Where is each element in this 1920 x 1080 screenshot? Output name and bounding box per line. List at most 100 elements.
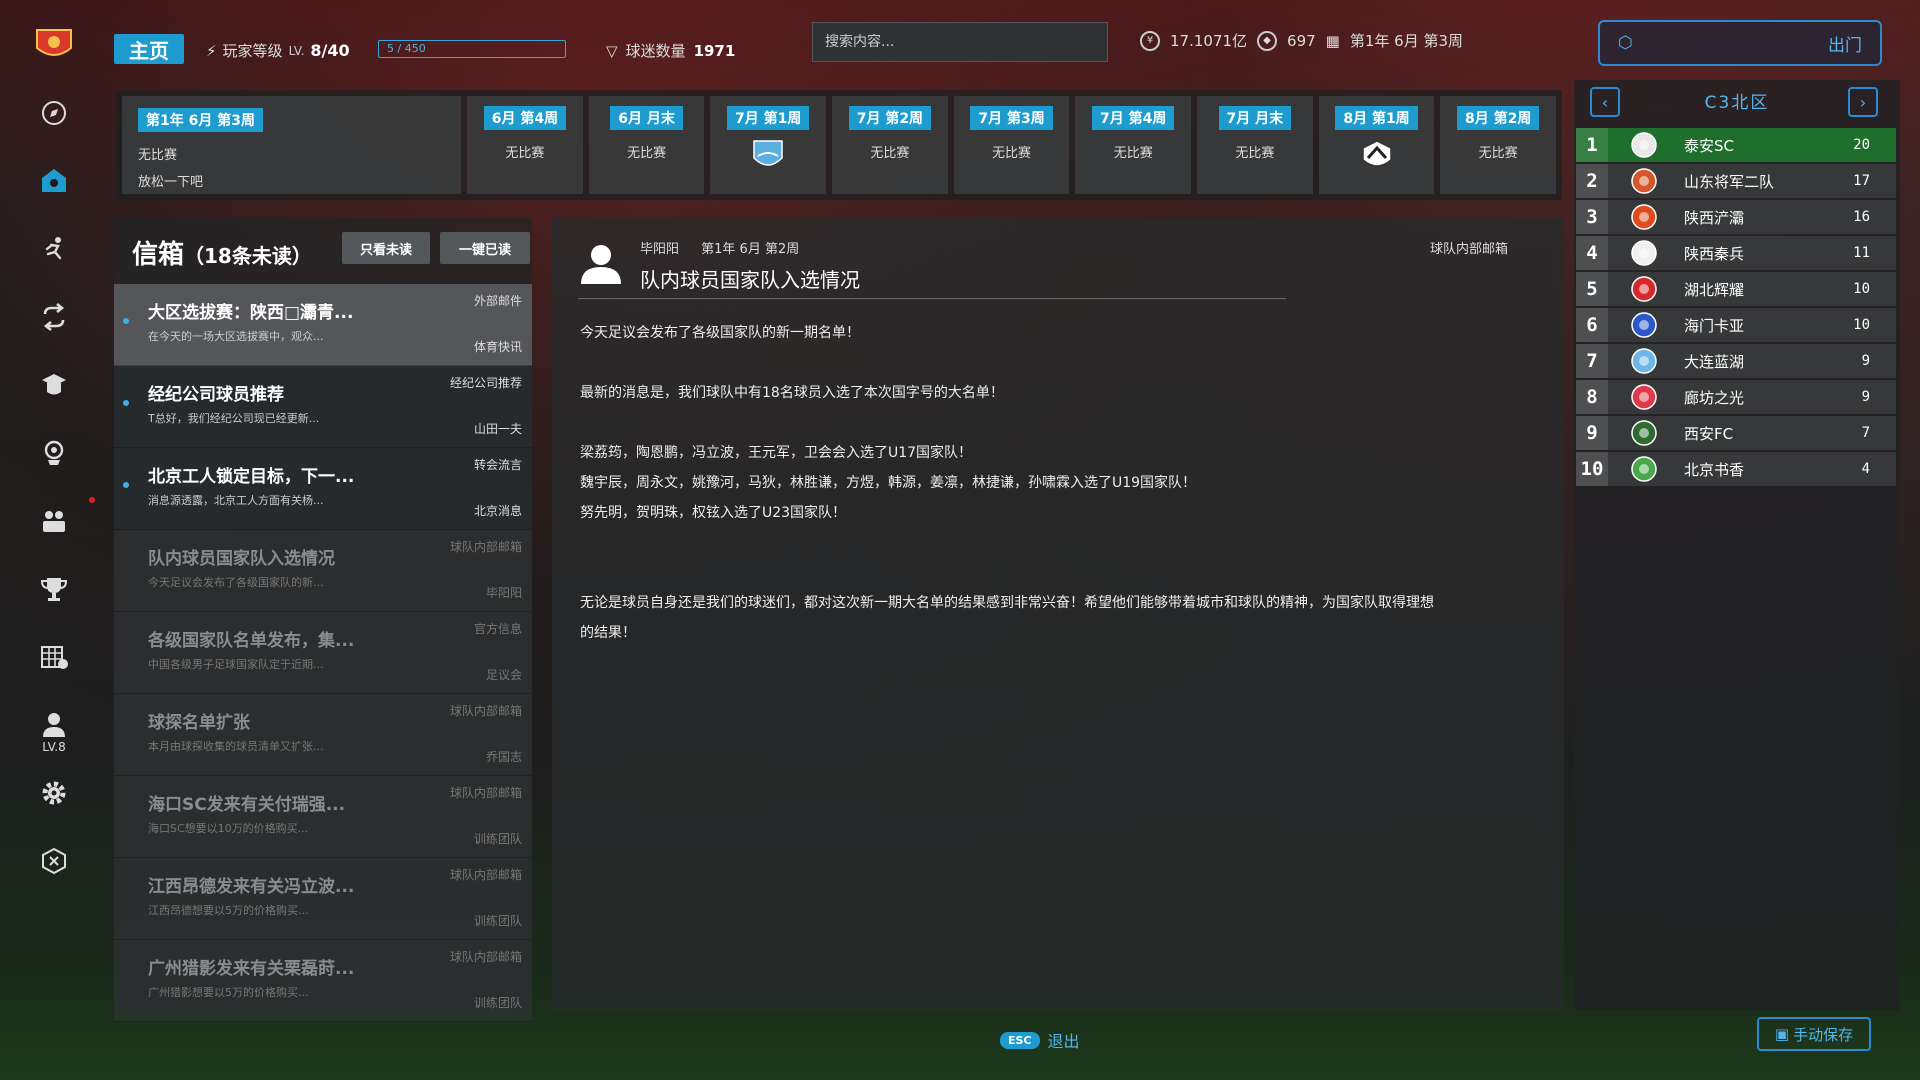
esc-label: 退出 bbox=[1047, 1032, 1080, 1051]
team-rank: 6 bbox=[1576, 308, 1608, 342]
league-rows: 1 泰安SC 20 2 山东将军二队 17 3 陕西浐灞 16 4 陕西秦兵 11 5 湖北辉耀 10 6 海门… bbox=[1574, 128, 1900, 486]
mail-box-label: 球队内部邮箱 bbox=[1429, 242, 1508, 257]
mail-subject: 球探名单扩张 bbox=[148, 713, 250, 733]
go-out-button[interactable]: ⬡ 出门 bbox=[1598, 20, 1882, 66]
schedule-week[interactable]: 8月 第2周 无比赛 bbox=[1440, 96, 1556, 194]
mail-list-item[interactable]: 江西昂德发来有关冯立波... 江西昂德想要以5万的价格购买... 球队内部邮箱 训练团… bbox=[114, 858, 532, 940]
team-points: 17 bbox=[1853, 173, 1870, 189]
mark-all-read-button[interactable]: 一键已读 bbox=[440, 232, 530, 264]
youth-academy-icon[interactable] bbox=[37, 368, 71, 402]
league-row[interactable]: 8 廊坊之光 9 bbox=[1576, 380, 1896, 414]
team-rank: 7 bbox=[1576, 344, 1608, 378]
profile-icon[interactable] bbox=[37, 708, 71, 742]
finance-table-icon[interactable] bbox=[37, 640, 71, 674]
schedule-tag: 7月 第2周 bbox=[848, 106, 932, 130]
settings-gear-icon[interactable] bbox=[37, 776, 71, 810]
mail-list-item[interactable]: 球探名单扩张 本月由球探收集的球员清单又扩张... 球队内部邮箱 乔国志 bbox=[114, 694, 532, 776]
mail-category: 外部邮件 bbox=[473, 294, 522, 308]
mail-list-item[interactable]: 大区选拔赛：陕西□灞青... 在今天的一场大区选拔赛中，观众... 外部邮件 体育快讯 bbox=[114, 284, 532, 366]
notification-dot bbox=[89, 497, 95, 503]
mail-list: 大区选拔赛：陕西□灞青... 在今天的一场大区选拔赛中，观众... 外部邮件 体育快讯… bbox=[114, 284, 532, 1022]
fans-shield-icon: ▽ bbox=[606, 41, 618, 60]
mail-subject: 广州猎影发来有关栗磊莳... bbox=[148, 959, 355, 979]
schedule-week[interactable]: 7月 第4周 无比赛 bbox=[1075, 96, 1192, 194]
mail-sender: 训练团队 bbox=[473, 832, 522, 846]
mail-sender: 毕阳阳 bbox=[485, 586, 522, 600]
mail-subject: 队内球员国家队入选情况 bbox=[148, 549, 335, 569]
top-bar: 主页 ⚡ 玩家等级 LV. 8/40 5 / 450 ▽ 球迷数量 1971 搜… bbox=[110, 20, 1920, 80]
league-row[interactable]: 10 北京书香 4 bbox=[1576, 452, 1896, 486]
mail-sender: 乔国志 bbox=[485, 750, 522, 764]
league-row[interactable]: 1 泰安SC 20 bbox=[1576, 128, 1896, 162]
league-row[interactable]: 2 山东将军二队 17 bbox=[1576, 164, 1896, 198]
divider bbox=[578, 298, 1286, 299]
mail-sender: 训练团队 bbox=[473, 996, 522, 1010]
manual-save-button[interactable]: ▣ 手动保存 bbox=[1757, 1017, 1871, 1051]
club-logo[interactable] bbox=[33, 26, 75, 62]
mail-list-item[interactable]: 广州猎影发来有关栗磊莳... 广州猎影想要以5万的价格购买... 球队内部邮箱 训练团… bbox=[114, 940, 532, 1022]
staff-icon[interactable] bbox=[37, 504, 71, 538]
home-icon[interactable] bbox=[37, 164, 71, 198]
schedule-week[interactable]: 6月 第4周 无比赛 bbox=[467, 96, 583, 194]
team-name: 泰安SC bbox=[1684, 137, 1734, 155]
search-input[interactable]: 搜索内容... bbox=[812, 22, 1108, 62]
team-name: 海门卡亚 bbox=[1684, 317, 1745, 335]
schedule-current-week[interactable]: 第1年 6月 第3周 无比赛 放松一下吧 bbox=[122, 96, 462, 194]
mail-list-item[interactable]: 北京工人锁定目标，下一... 消息源透露，北京工人方面有关杨... 转会流言 北京消息 bbox=[114, 448, 532, 530]
team-badge-icon bbox=[1631, 168, 1657, 194]
scout-icon[interactable] bbox=[37, 436, 71, 470]
opponent-badge-icon bbox=[1361, 140, 1392, 167]
league-row[interactable]: 9 西安FC 7 bbox=[1576, 416, 1896, 450]
team-points: 11 bbox=[1853, 245, 1870, 261]
mail-list-item[interactable]: 经纪公司球员推荐 T总好，我们经纪公司现已经更新... 经纪公司推荐 山田一夫 bbox=[114, 366, 532, 448]
league-row[interactable]: 3 陕西浐灞 16 bbox=[1576, 200, 1896, 234]
schedule-week[interactable]: 7月 第2周 无比赛 bbox=[832, 96, 948, 194]
filter-unread-button[interactable]: 只看未读 bbox=[342, 232, 430, 264]
team-name: 陕西秦兵 bbox=[1684, 245, 1745, 263]
transfer-icon[interactable] bbox=[37, 300, 71, 334]
team-points: 10 bbox=[1853, 281, 1870, 297]
trophy-icon[interactable] bbox=[37, 572, 71, 606]
schedule-week-match[interactable]: 7月 第1周 bbox=[710, 96, 827, 194]
mail-sender: 训练团队 bbox=[473, 914, 522, 928]
league-row[interactable]: 4 陕西秦兵 11 bbox=[1576, 236, 1896, 270]
schedule-status: 无比赛 bbox=[138, 148, 178, 163]
mail-preview: 广州猎影想要以5万的价格购买... bbox=[148, 986, 309, 999]
mail-list-item[interactable]: 海口SC发来有关付瑞强... 海口SC想要以10万的价格购买... 球队内部邮箱 训练… bbox=[114, 776, 532, 858]
mail-category: 球队内部邮箱 bbox=[449, 868, 522, 882]
chevron-right-icon[interactable]: › bbox=[1848, 87, 1878, 117]
mail-sender: 足议会 bbox=[485, 668, 522, 682]
schedule-week[interactable]: 7月 第3周 无比赛 bbox=[953, 96, 1070, 194]
league-row[interactable]: 5 湖北辉耀 10 bbox=[1576, 272, 1896, 306]
schedule-status: 无比赛 bbox=[870, 146, 910, 161]
schedule-week[interactable]: 6月 月末 无比赛 bbox=[588, 96, 705, 194]
schedule-week-match[interactable]: 8月 第1周 bbox=[1318, 96, 1435, 194]
mail-preview: 海口SC想要以10万的价格购买... bbox=[148, 822, 309, 835]
go-out-label: 出门 bbox=[1828, 35, 1862, 56]
mail-list-item[interactable]: 队内球员国家队入选情况 今天足议会发布了各级国家队的新... 球队内部邮箱 毕阳阳 bbox=[114, 530, 532, 612]
training-runner-icon[interactable] bbox=[37, 232, 71, 266]
team-points: 4 bbox=[1861, 461, 1870, 477]
schedule-week[interactable]: 7月 月末 无比赛 bbox=[1197, 96, 1313, 194]
mail-paragraph: 最新的消息是，我们球队中有18名球员入选了本次国字号的大名单！ bbox=[580, 385, 1004, 401]
fans-value: 1971 bbox=[693, 41, 736, 60]
schedule-status: 无比赛 bbox=[505, 146, 545, 161]
schedule-status: 无比赛 bbox=[992, 146, 1032, 161]
mail-subject: 北京工人锁定目标，下一... bbox=[148, 467, 355, 487]
mail-body: 今天足议会发布了各级国家队的新一期名单！ 最新的消息是，我们球队中有18名球员入… bbox=[580, 318, 1520, 648]
unread-dot bbox=[123, 482, 129, 488]
mailbox-title-text: 信箱 bbox=[132, 240, 185, 270]
esc-exit[interactable]: ESC 退出 bbox=[1000, 1028, 1080, 1052]
league-table-panel: ‹ C3北区 › 1 泰安SC 20 2 山东将军二队 17 3 陕西浐灞 16 4 陕西秦兵 11 5… bbox=[1574, 80, 1900, 1010]
home-tab[interactable]: 主页 bbox=[114, 34, 184, 64]
mailbox-header: 信箱（18条未读） 只看未读 一键已读 bbox=[114, 218, 532, 284]
schedule-tag: 第1年 6月 第3周 bbox=[138, 108, 263, 132]
close-hexagon-icon[interactable] bbox=[37, 844, 71, 878]
league-row[interactable]: 7 大连蓝湖 9 bbox=[1576, 344, 1896, 378]
compass-icon[interactable] bbox=[37, 96, 71, 130]
mail-preview: 江西昂德想要以5万的价格购买... bbox=[148, 904, 309, 917]
schedule-status: 无比赛 bbox=[1235, 146, 1275, 161]
mail-preview: 在今天的一场大区选拔赛中，观众... bbox=[148, 330, 324, 343]
league-row[interactable]: 6 海门卡亚 10 bbox=[1576, 308, 1896, 342]
mail-list-item[interactable]: 各级国家队名单发布，集... 中国各级男子足球国家队定于近期... 官方信息 足议会 bbox=[114, 612, 532, 694]
